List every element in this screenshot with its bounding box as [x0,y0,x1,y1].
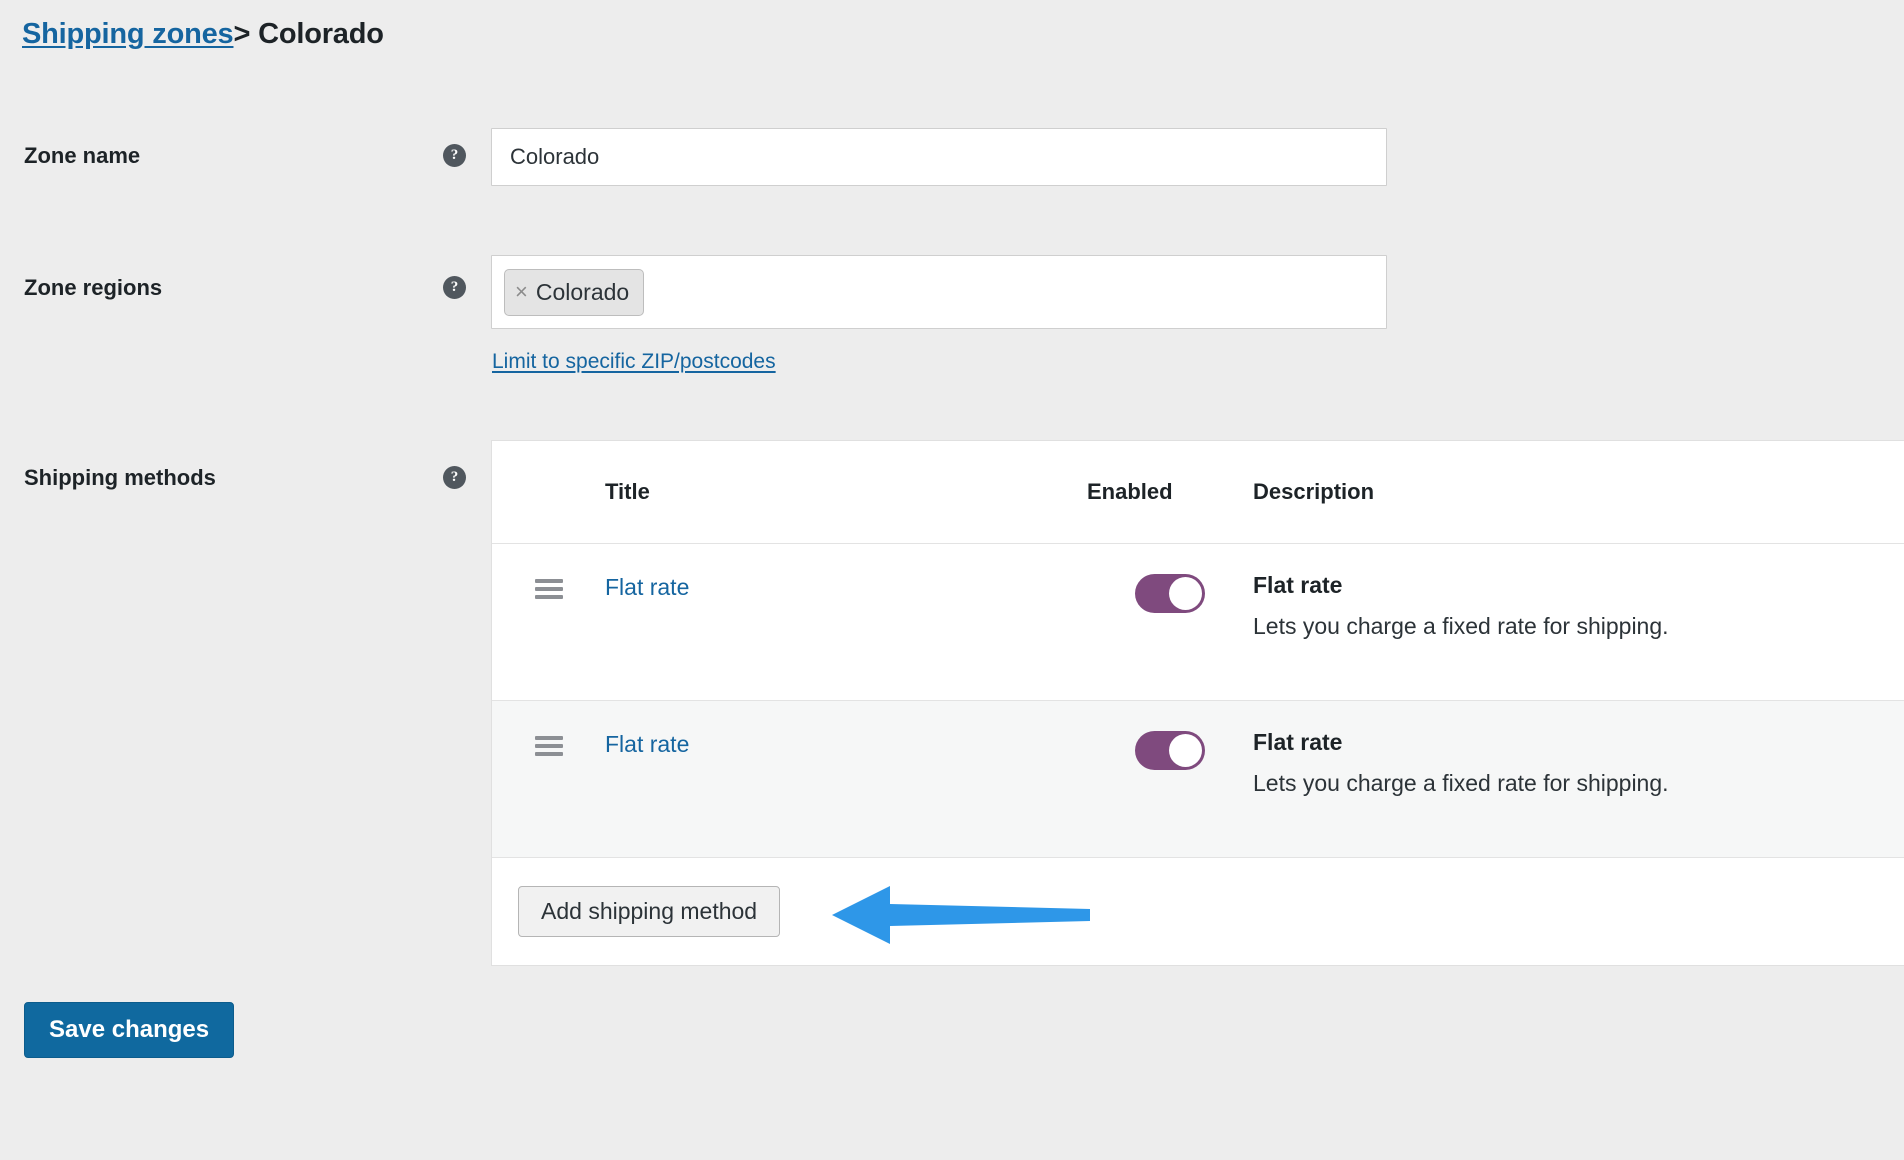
shipping-methods-label: Shipping methods [24,465,216,490]
shipping-methods-help-icon[interactable]: ? [443,466,466,489]
table-row: Flat rate Flat rate Lets you charge a fi… [492,544,1904,701]
method-title-cell: Flat rate [605,701,1087,758]
method-title-link[interactable]: Flat rate [605,574,689,600]
zone-regions-help-icon[interactable]: ? [443,276,466,299]
table-header-row: Title Enabled Description [492,441,1904,544]
zone-name-help-icon[interactable]: ? [443,144,466,167]
zone-name-input[interactable] [491,128,1387,186]
table-row: Flat rate Flat rate Lets you charge a fi… [492,701,1904,858]
table-footer-row: Add shipping method [492,858,1904,965]
method-description-cell: Flat rate Lets you charge a fixed rate f… [1253,701,1904,797]
save-changes-button[interactable]: Save changes [24,1002,235,1058]
method-description-text: Lets you charge a fixed rate for shippin… [1253,613,1669,639]
method-description-title: Flat rate [1253,729,1343,755]
remove-tag-icon[interactable]: × [515,281,528,303]
toggle-knob [1169,577,1202,610]
drag-handle-icon[interactable] [534,579,563,599]
toggle-knob [1169,734,1202,767]
enabled-toggle[interactable] [1135,731,1205,770]
method-enabled-cell [1087,701,1253,770]
breadcrumb-shipping-zones-link[interactable]: Shipping zones [22,18,234,50]
breadcrumb: Shipping zones> Colorado [22,18,384,51]
enabled-toggle[interactable] [1135,574,1205,613]
breadcrumb-current-zone: Colorado [258,18,384,50]
breadcrumb-separator: > [233,18,251,50]
method-description-text: Lets you charge a fixed rate for shippin… [1253,770,1669,796]
method-enabled-cell [1087,544,1253,613]
zone-region-tag[interactable]: × Colorado [504,268,645,316]
drag-handle-cell[interactable] [492,544,605,599]
zone-regions-select[interactable]: × Colorado [491,255,1387,329]
method-title-link[interactable]: Flat rate [605,731,689,757]
shipping-methods-table: Title Enabled Description Flat rate Flat… [491,440,1904,966]
shipping-zone-settings-page: Shipping zones> Colorado Zone name ? Zon… [0,0,1904,1160]
method-description-title: Flat rate [1253,572,1343,598]
drag-handle-cell[interactable] [492,701,605,756]
column-header-title: Title [605,479,650,504]
zone-name-label: Zone name [24,143,141,168]
column-header-description: Description [1253,479,1375,504]
column-header-enabled: Enabled [1087,479,1173,504]
method-title-cell: Flat rate [605,544,1087,601]
limit-zip-postcodes-link[interactable]: Limit to specific ZIP/postcodes [492,350,776,374]
drag-handle-icon[interactable] [534,736,563,756]
add-shipping-method-button[interactable]: Add shipping method [518,886,781,937]
zone-region-tag-label: Colorado [535,278,630,305]
method-description-cell: Flat rate Lets you charge a fixed rate f… [1253,544,1904,640]
zone-regions-label: Zone regions [24,275,163,300]
